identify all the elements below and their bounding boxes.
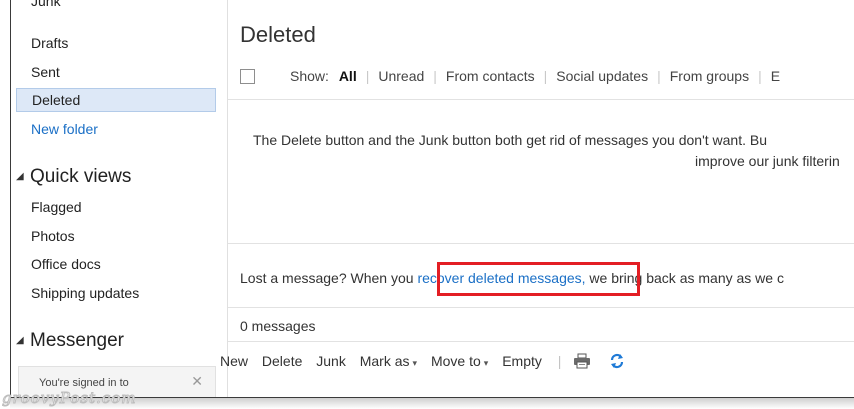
collapse-triangle-icon: ◢ (16, 171, 24, 183)
collapse-triangle-icon: ◢ (16, 335, 24, 347)
delete-button[interactable]: Delete (262, 353, 302, 369)
filter-list: Show: All | Unread | From contacts | Social up… (290, 68, 780, 84)
section-title: Messenger (30, 330, 124, 351)
mark-as-button[interactable]: Mark as ▾ (360, 353, 417, 369)
sidebar-item-sent[interactable]: Sent (16, 60, 216, 84)
window-border-left (10, 0, 11, 398)
window-shadow (10, 398, 854, 409)
sidebar-item-drafts[interactable]: Drafts (16, 31, 216, 55)
divider (228, 243, 854, 244)
quick-views-header[interactable]: ◢ Quick views (16, 166, 131, 188)
sidebar-item-label: New folder (31, 121, 98, 137)
toolbar: New Delete Junk Mark as ▾ Move to ▾ Empty … (220, 353, 625, 372)
sidebar-item-label: Flagged (31, 199, 82, 215)
sidebar-item-label: Office docs (31, 256, 101, 272)
sidebar-item-junk[interactable]: Junk (16, 0, 216, 13)
signin-text: You're signed in to (39, 377, 129, 389)
sidebar-item-office-docs[interactable]: Office docs (16, 252, 216, 276)
page-title: Deleted (240, 22, 316, 47)
select-all-checkbox[interactable] (240, 69, 255, 84)
divider: | (365, 68, 370, 84)
sidebar-item-label: Sent (31, 64, 60, 80)
sidebar-item-label: Drafts (31, 35, 69, 51)
close-icon[interactable]: ✕ (191, 373, 203, 390)
filter-label: Show: (290, 68, 329, 84)
section-title: Quick views (30, 166, 132, 187)
divider (228, 99, 854, 100)
divider: | (758, 68, 762, 84)
filter-all[interactable]: All (339, 68, 357, 84)
sidebar-item-label: Junk (31, 0, 61, 9)
sidebar-item-label: Photos (31, 228, 75, 244)
sidebar-item-deleted[interactable]: Deleted (16, 88, 216, 112)
highlight-annotation (437, 262, 640, 296)
move-to-button[interactable]: Move to ▾ (431, 353, 488, 369)
sidebar-item-label: Shipping updates (31, 285, 140, 301)
watermark-logo: groovyPost.com (1, 389, 137, 408)
filter-bar: Show: All | Unread | From contacts | Social up… (240, 68, 854, 90)
empty-info-text-2: improve our junk filterin (695, 153, 840, 169)
filter-social-updates[interactable]: Social updates (556, 68, 648, 84)
message-count: 0 messages (240, 318, 316, 334)
printer-icon[interactable] (573, 353, 591, 372)
recover-prefix: Lost a message? When you (240, 270, 418, 286)
mark-as-label: Mark as (359, 353, 410, 370)
sidebar-item-shipping-updates[interactable]: Shipping updates (16, 281, 216, 305)
sidebar-item-photos[interactable]: Photos (16, 224, 216, 248)
filter-from-groups[interactable]: From groups (670, 68, 749, 84)
messenger-header[interactable]: ◢ Messenger (16, 330, 124, 352)
chevron-down-icon: ▾ (483, 358, 489, 369)
new-folder-link[interactable]: New folder (16, 117, 216, 141)
filter-unread[interactable]: Unread (378, 68, 424, 84)
empty-button[interactable]: Empty (502, 353, 542, 369)
sidebar-item-label: Deleted (32, 92, 81, 108)
divider: | (433, 68, 437, 84)
sync-icon[interactable] (609, 353, 625, 372)
divider: | (657, 68, 661, 84)
junk-button[interactable]: Junk (316, 353, 346, 369)
divider (228, 307, 854, 308)
chevron-down-icon: ▾ (412, 358, 418, 369)
filter-more[interactable]: E (771, 68, 780, 84)
divider: | (543, 68, 548, 84)
sidebar-item-flagged[interactable]: Flagged (16, 195, 216, 219)
new-button[interactable]: New (220, 353, 248, 369)
empty-info-text: The Delete button and the Junk button bo… (253, 132, 768, 148)
filter-from-contacts[interactable]: From contacts (446, 68, 535, 84)
message-pane: Deleted Show: All | Unread | From contacts | S… (220, 0, 854, 398)
divider (228, 341, 854, 342)
app-window: Junk Drafts Sent Deleted New folder ◢ Qui… (10, 0, 854, 398)
move-to-label: Move to (430, 353, 481, 370)
divider: | (557, 353, 562, 370)
sidebar: Junk Drafts Sent Deleted New folder ◢ Qui… (10, 0, 225, 398)
